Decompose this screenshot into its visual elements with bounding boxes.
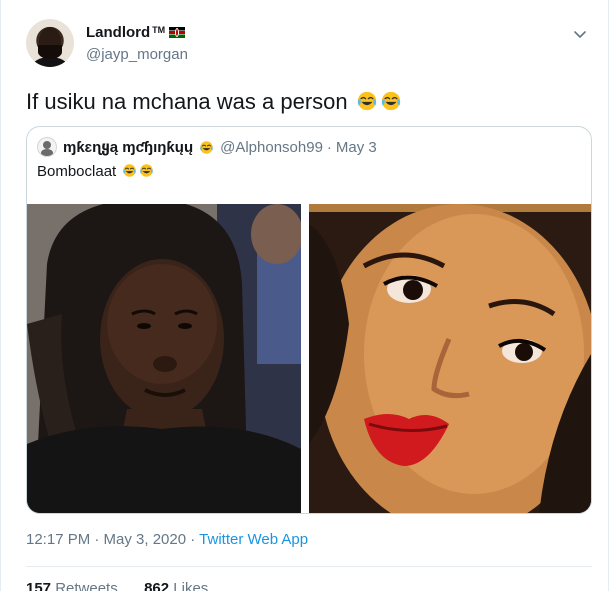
quoted-tweet-media: [27, 204, 591, 513]
quoted-tweet[interactable]: ɱƙɛɳყą ɱƈɧıŋƙųų @Alphonsoh99 · May 3 Bom…: [26, 126, 592, 514]
tweet-time-date[interactable]: 12:17 PM · May 3, 2020 ·: [26, 531, 199, 548]
likes-stat[interactable]: 862 Likes: [144, 580, 208, 591]
tweet-text: If usiku na mchana was a person: [26, 89, 402, 115]
tweet-text-content: If usiku na mchana was a person: [26, 89, 348, 114]
face-with-tears-of-joy-icon: [123, 164, 137, 177]
quoted-tweet-text-content: Bomboclaat: [37, 163, 117, 180]
face-with-tears-of-joy-icon: [381, 91, 400, 111]
likes-label: Likes: [169, 580, 209, 591]
quoted-tweet-text: Bomboclaat: [37, 163, 154, 180]
author-display-name[interactable]: Landlord: [86, 24, 150, 41]
face-with-tears-of-joy-icon: [357, 91, 376, 111]
quoted-separator: ·: [326, 138, 332, 156]
retweets-label: Retweets: [51, 580, 118, 591]
author-handle[interactable]: @jayp_morgan: [86, 46, 188, 63]
trademark-mark: TM: [152, 24, 166, 35]
retweets-stat[interactable]: 157 Retweets: [26, 580, 118, 591]
kenya-flag-icon: [169, 27, 186, 38]
quoted-tweet-date: May 3: [335, 138, 377, 156]
divider: [26, 566, 592, 567]
quoted-tweet-header: ɱƙɛɳყą ɱƈɧıŋƙųų @Alphonsoh99 · May 3: [37, 137, 377, 157]
tweet-stats: 157 Retweets 862 Likes: [26, 580, 208, 591]
photo-right[interactable]: [309, 204, 591, 513]
retweets-count: 157: [26, 580, 52, 591]
author-name-row[interactable]: Landlord TM: [86, 24, 186, 41]
tweet-card: Landlord TM @jayp_morgan If usiku na mch…: [0, 0, 609, 591]
tweet-source-app-link[interactable]: Twitter Web App: [199, 531, 308, 548]
quoted-author-avatar: [37, 137, 57, 157]
quoted-author-name: ɱƙɛɳყą ɱƈɧıŋƙųų: [63, 139, 194, 156]
chevron-down-icon[interactable]: [572, 26, 588, 42]
likes-count: 862: [144, 580, 170, 591]
author-avatar[interactable]: [26, 19, 74, 67]
quoted-author-handle: @Alphonsoh99: [220, 138, 323, 156]
face-with-tears-of-joy-icon: [140, 164, 154, 177]
photo-left[interactable]: [27, 204, 301, 513]
tweet-timestamp: 12:17 PM · May 3, 2020 · Twitter Web App: [26, 531, 308, 548]
face-with-tears-of-joy-icon: [200, 140, 213, 154]
